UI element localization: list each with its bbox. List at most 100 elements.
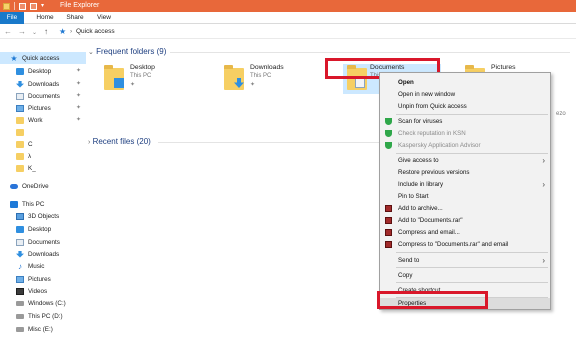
folder-icon [16, 164, 24, 172]
menu-item-label: Send to [398, 257, 420, 264]
sidebar-item-label: 3D Objects [28, 212, 60, 220]
window-title: File Explorer [60, 2, 100, 9]
sidebar-item-label: C [28, 140, 33, 148]
section-divider [158, 142, 380, 143]
desktop-icon [114, 78, 124, 88]
sidebar-item-k[interactable]: K_ [16, 162, 36, 174]
sidebar-onedrive[interactable]: OneDrive [10, 180, 49, 192]
menu-item-give-access[interactable]: Give access to › [380, 155, 550, 166]
sidebar-item-label: Windows (C:) [28, 299, 66, 307]
documents-icon [16, 238, 24, 246]
ribbon-tabs: File Home Share View [0, 12, 576, 24]
pin-icon: ✦ [130, 82, 136, 88]
sidebar-item-label: Documents [28, 238, 60, 246]
menu-item-copy[interactable]: Copy [380, 270, 550, 281]
sidebar-item-documents[interactable]: Documents [16, 90, 60, 102]
partial-label: ezo [556, 111, 566, 117]
download-icon [16, 250, 24, 258]
sidebar-item-label: Downloads [28, 250, 60, 258]
section-title: Frequent folders (9) [96, 47, 167, 56]
menu-item-compress-email[interactable]: Compress and email... [380, 227, 550, 238]
folder-icon [16, 116, 24, 124]
frequent-folders-header[interactable]: ⌄ Frequent folders (9) [88, 47, 166, 56]
tab-view[interactable]: View [94, 13, 114, 23]
tab-home[interactable]: Home [34, 13, 56, 23]
winrar-icon [385, 229, 392, 236]
sidebar-item-desktop[interactable]: Desktop [16, 65, 51, 77]
menu-item-open[interactable]: Open [380, 77, 550, 88]
sidebar-item-work[interactable]: Work [16, 114, 43, 126]
pin-icon: ✦ [76, 68, 82, 74]
sidebar-item-label: Desktop [28, 67, 52, 75]
highlight-properties [377, 291, 488, 309]
menu-item-add-documents-rar[interactable]: Add to "Documents.rar" [380, 215, 550, 226]
kaspersky-icon [385, 142, 392, 149]
up-button[interactable]: ↑ [44, 27, 48, 36]
menu-item-scan-viruses[interactable]: Scan for viruses [380, 116, 550, 127]
menu-separator [396, 267, 548, 268]
sidebar-item-label: Documents [28, 92, 60, 100]
menu-item-add-archive[interactable]: Add to archive... [380, 203, 550, 214]
sidebar-item-videos[interactable]: Videos [16, 285, 47, 297]
drive-icon [16, 313, 24, 319]
3d-objects-icon [16, 212, 24, 220]
menu-separator [396, 252, 548, 253]
sidebar-item-3d-objects[interactable]: 3D Objects [16, 210, 59, 222]
menu-item-open-new-window[interactable]: Open in new window [380, 89, 550, 100]
menu-item-compress-rar-email[interactable]: Compress to "Documents.rar" and email [380, 239, 550, 250]
sidebar-item-downloads[interactable]: Downloads [16, 78, 59, 90]
menu-item-include-library[interactable]: Include in library › [380, 179, 550, 190]
navigation-pane: ★ Quick access Desktop ✦ Downloads ✦ Doc… [0, 48, 86, 337]
customize-toolbar-icon[interactable]: ▾ [41, 3, 48, 10]
breadcrumb-quick-access[interactable]: Quick access [76, 28, 115, 35]
pin-icon: ✦ [76, 81, 82, 87]
menu-separator [396, 282, 548, 283]
sidebar-item-pictures[interactable]: Pictures [16, 102, 51, 114]
section-title: Recent files (20) [92, 137, 151, 146]
recent-files-header[interactable]: › Recent files (20) [88, 137, 151, 146]
sidebar-quick-access[interactable]: ★ Quick access [0, 52, 86, 64]
sidebar-item-drive-e[interactable]: Misc (E:) [16, 323, 53, 335]
menu-item-pin-start[interactable]: Pin to Start [380, 191, 550, 202]
recent-locations-button[interactable]: ⌄ [32, 29, 37, 36]
sidebar-item-pc-pictures[interactable]: Pictures [16, 273, 51, 285]
pin-icon: ✦ [76, 105, 82, 111]
menu-item-label: Kaspersky Application Advisor [398, 142, 481, 149]
new-folder-icon[interactable] [30, 2, 37, 10]
sidebar-item-pc-desktop[interactable]: Desktop [16, 223, 51, 235]
sidebar-item-c[interactable]: C [16, 138, 33, 150]
menu-item-label: Check reputation in KSN [398, 130, 466, 137]
folder-name: Desktop [130, 64, 155, 71]
pin-icon: ✦ [76, 117, 82, 123]
sidebar-item-drive-d[interactable]: This PC (D:) [16, 310, 63, 322]
menu-item-label: Compress to "Documents.rar" and email [398, 241, 509, 248]
menu-item-send-to[interactable]: Send to › [380, 255, 550, 266]
folder-icon [16, 140, 24, 148]
sidebar-item-music[interactable]: ♪ Music [16, 260, 44, 272]
menu-item-application-advisor: Kaspersky Application Advisor [380, 140, 550, 151]
folder-tile-desktop[interactable]: Desktop This PC ✦ [104, 64, 184, 94]
sidebar-item-lambda[interactable]: λ [16, 150, 31, 162]
folder-tile-downloads[interactable]: Downloads This PC ✦ [224, 64, 304, 94]
sidebar-item-pc-downloads[interactable]: Downloads [16, 248, 59, 260]
forward-button[interactable]: → [18, 27, 26, 36]
back-button[interactable]: ← [4, 27, 12, 36]
pin-icon: ✦ [76, 93, 82, 99]
menu-separator [396, 114, 548, 115]
sidebar-item-pc-documents[interactable]: Documents [16, 236, 60, 248]
sidebar-item-drive-c[interactable]: Windows (C:) [16, 297, 66, 309]
expand-chevron-icon: › [88, 139, 91, 146]
tab-file[interactable]: File [0, 12, 24, 24]
menu-item-label: Add to "Documents.rar" [398, 217, 463, 224]
breadcrumb-separator: › [70, 28, 73, 35]
sidebar-item-label: Misc (E:) [28, 325, 53, 333]
tab-share[interactable]: Share [64, 13, 86, 23]
folder-icon[interactable] [3, 2, 10, 10]
menu-item-unpin[interactable]: Unpin from Quick access [380, 101, 550, 112]
sidebar-this-pc[interactable]: This PC [10, 198, 44, 210]
menu-item-restore-versions[interactable]: Restore previous versions [380, 167, 550, 178]
sidebar-item-folder[interactable] [16, 126, 28, 138]
properties-icon[interactable] [19, 2, 26, 10]
folder-location: This PC [250, 73, 272, 79]
documents-icon [355, 78, 365, 88]
